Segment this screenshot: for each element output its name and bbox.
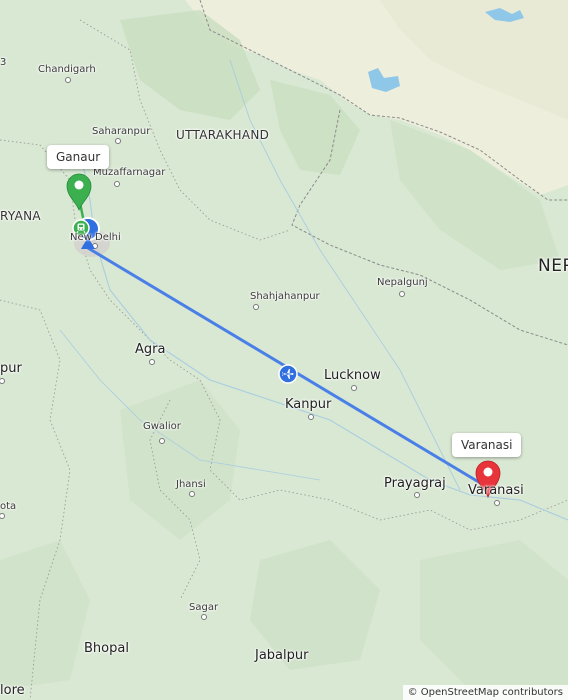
city-dot-nepalgunj [399, 291, 405, 297]
label-haryana: RYANA [0, 209, 41, 223]
city-dot-kota [0, 513, 5, 519]
label-sagar: Sagar [189, 602, 219, 613]
label-indore: lore [0, 683, 25, 698]
city-dot-muzaffarnagar [114, 181, 120, 187]
map-attribution[interactable]: © OpenStreetMap contributors [402, 685, 568, 700]
city-dot-agra [149, 359, 155, 365]
map-canvas[interactable] [0, 0, 568, 700]
label-shahjahanpur: Shahjahanpur [250, 291, 320, 302]
origin-callout[interactable]: Ganaur [47, 145, 110, 169]
airplane-icon[interactable] [278, 364, 298, 384]
city-dot-varanasi [494, 500, 500, 506]
label-nepal: NEP [538, 256, 568, 276]
label-kota: ota [0, 501, 17, 512]
city-dot-lucknow [351, 385, 357, 391]
label-new-delhi: New Delhi [70, 232, 121, 243]
label-pur: pur [0, 361, 22, 376]
label-jabalpur: Jabalpur [255, 648, 309, 663]
city-dot-kanpur [308, 414, 314, 420]
city-dot-gwalior [159, 438, 165, 444]
label-edge-3: 3 [0, 57, 7, 68]
label-jhansi: Jhansi [176, 479, 206, 490]
destination-callout[interactable]: Varanasi [452, 433, 522, 457]
label-varanasi: Varanasi [468, 483, 524, 498]
label-agra: Agra [135, 342, 166, 357]
label-muzaffarnagar: Muzaffarnagar [93, 167, 166, 178]
city-dot-saharanpur [115, 138, 121, 144]
label-prayagraj: Prayagraj [384, 476, 446, 491]
label-chandigarh: Chandigarh [38, 64, 96, 75]
label-saharanpur: Saharanpur [92, 126, 151, 137]
label-uttarakhand: UTTARAKHAND [176, 128, 270, 142]
city-dot-shahjahanpur [253, 304, 259, 310]
label-nepalgunj: Nepalgunj [377, 277, 428, 288]
label-gwalior: Gwalior [143, 421, 181, 432]
label-bhopal: Bhopal [84, 641, 129, 656]
city-dot-prayagraj [414, 492, 420, 498]
label-kanpur: Kanpur [285, 397, 332, 412]
city-dot-sagar [201, 614, 207, 620]
city-dot-jhansi [189, 491, 195, 497]
city-dot-chandigarh [65, 77, 71, 83]
label-lucknow: Lucknow [324, 368, 381, 383]
city-dot-pur [0, 378, 5, 384]
